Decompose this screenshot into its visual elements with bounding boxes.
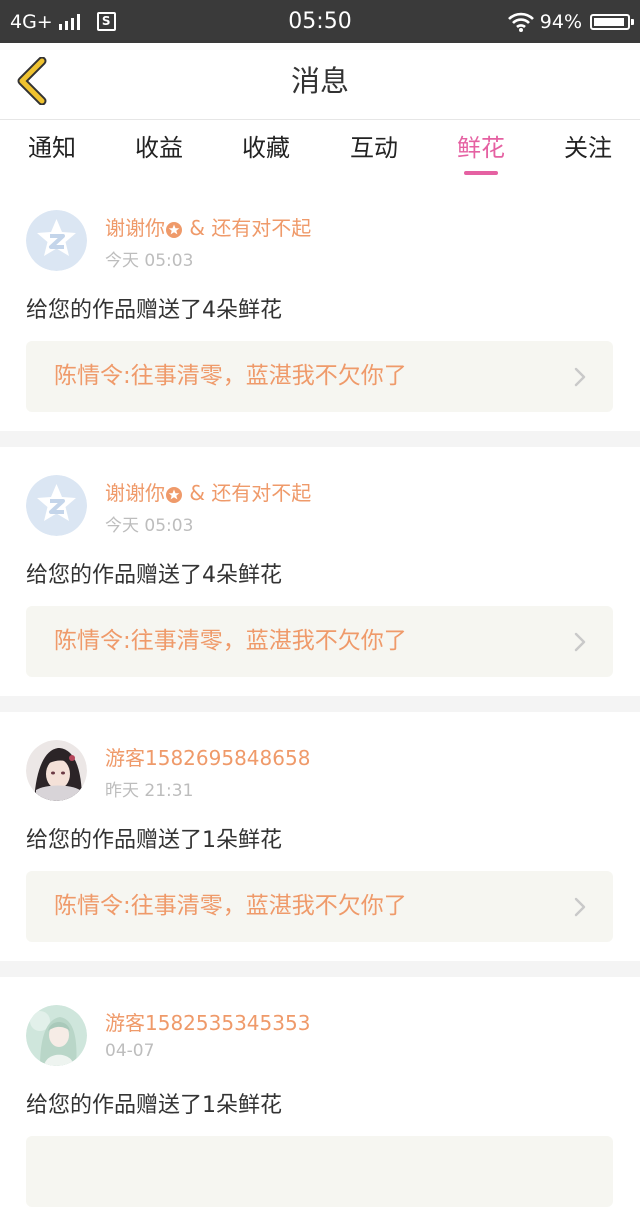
chevron-right-icon [574,897,586,917]
divider [0,696,640,712]
notification-card: 游客1582695848658 昨天 21:31 给您的作品赠送了1朵鲜花 陈情… [0,712,640,961]
message-text: 给您的作品赠送了4朵鲜花 [26,298,282,323]
page-title: 消息 [290,64,349,98]
back-button[interactable] [12,56,58,106]
timestamp: 今天 05:03 [105,251,194,271]
notification-list: 谢谢你 & 还有对不起 今天 05:03 给您的作品赠送了4朵鲜花 陈情令:往事… [0,182,640,1226]
chevron-right-icon [574,367,586,387]
work-title: 陈情令:往事清零，蓝湛我不欠你了 [54,893,407,919]
tab-flowers-label: 鲜花 [457,134,505,162]
work-link[interactable] [26,1136,613,1207]
tab-earnings[interactable]: 收益 [109,120,209,182]
message-text: 给您的作品赠送了4朵鲜花 [26,563,282,588]
message-text: 给您的作品赠送了1朵鲜花 [26,828,282,853]
chevron-right-icon [574,632,586,652]
active-tab-indicator [464,171,498,175]
wifi-icon [507,12,534,32]
avatar[interactable] [26,1005,87,1066]
timestamp: 04-07 [105,1041,155,1061]
nav-bar: 消息 [0,43,640,120]
notification-card: 谢谢你 & 还有对不起 今天 05:03 给您的作品赠送了4朵鲜花 陈情令:往事… [0,447,640,696]
message-text: 给您的作品赠送了1朵鲜花 [26,1093,282,1118]
star-badge-icon [166,221,182,238]
notification-card: 谢谢你 & 还有对不起 今天 05:03 给您的作品赠送了4朵鲜花 陈情令:往事… [0,182,640,431]
status-bar: 4G+ S 05:50 94% [0,0,640,43]
sender-name[interactable]: 谢谢你 & 还有对不起 [105,477,311,506]
tab-follow[interactable]: 关注 [538,120,638,182]
sender-name[interactable]: 游客1582535345353 [105,1007,310,1036]
battery-percent: 94% [539,10,582,33]
tab-favorites[interactable]: 收藏 [216,120,316,182]
tab-flowers[interactable]: 鲜花 [431,120,531,182]
divider [0,961,640,977]
sender-name[interactable]: 游客1582695848658 [105,742,310,771]
sender-name[interactable]: 谢谢你 & 还有对不起 [105,212,311,241]
notification-card: 游客1582535345353 04-07 给您的作品赠送了1朵鲜花 [0,977,640,1226]
work-title: 陈情令:往事清零，蓝湛我不欠你了 [54,363,407,389]
tab-interactions[interactable]: 互动 [324,120,424,182]
avatar[interactable] [26,210,87,271]
avatar[interactable] [26,740,87,801]
timestamp: 昨天 21:31 [105,781,194,801]
default-avatar-icon [26,475,87,536]
work-link[interactable]: 陈情令:往事清零，蓝湛我不欠你了 [26,341,613,412]
default-avatar-icon [26,210,87,271]
avatar[interactable] [26,475,87,536]
star-badge-icon [166,486,182,503]
battery-level [594,17,625,26]
chevron-left-icon [17,56,47,106]
tab-bar: 通知 收益 收藏 互动 鲜花 关注 [0,120,640,182]
work-title: 陈情令:往事清零，蓝湛我不欠你了 [54,628,407,654]
battery-icon [590,13,634,30]
anime-character-avatar-icon [26,740,87,801]
work-link[interactable]: 陈情令:往事清零，蓝湛我不欠你了 [26,871,613,942]
timestamp: 今天 05:03 [105,516,194,536]
divider [0,431,640,447]
tab-notify[interactable]: 通知 [2,120,102,182]
anime-girl-avatar-icon [26,1005,87,1066]
work-link[interactable]: 陈情令:往事清零，蓝湛我不欠你了 [26,606,613,677]
